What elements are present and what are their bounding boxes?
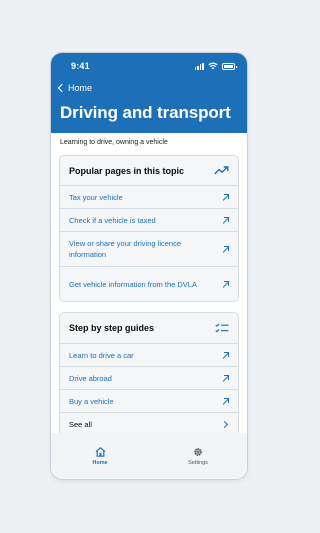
popular-pages-card: Popular pages in this topic Tax your veh… (59, 155, 239, 302)
tab-home[interactable]: Home (51, 433, 149, 479)
link-label: View or share your driving licence infor… (69, 239, 181, 259)
tab-bar: Home Settings (51, 433, 247, 479)
tab-settings[interactable]: Settings (149, 433, 247, 479)
home-icon (95, 446, 105, 457)
guide-link-drive-abroad[interactable]: Drive abroad (60, 366, 238, 389)
trend-up-icon (214, 166, 229, 175)
back-label: Home (68, 83, 93, 93)
chevron-left-icon (57, 83, 67, 93)
step-by-step-card: Step by step guides Learn to drive a car… (59, 312, 239, 436)
tab-home-label: Home (92, 459, 108, 466)
guide-link-learn-to-drive[interactable]: Learn to drive a car (60, 343, 238, 366)
external-arrow-icon (222, 245, 229, 253)
popular-link-tax-vehicle[interactable]: Tax your vehicle (60, 185, 238, 208)
link-label: Check if a vehicle is taxed (69, 215, 156, 225)
battery-icon (222, 62, 237, 70)
popular-link-dvla-info[interactable]: Get vehicle information from the DVLA (60, 266, 238, 301)
popular-link-driving-licence[interactable]: View or share your driving licence infor… (60, 231, 238, 266)
cellular-signal-icon (194, 62, 204, 70)
checklist-icon (215, 323, 229, 333)
guide-link-buy-vehicle[interactable]: Buy a vehicle (60, 389, 238, 412)
step-by-step-heading: Step by step guides (69, 323, 155, 333)
status-icons (194, 62, 237, 70)
external-arrow-icon (222, 397, 229, 405)
status-time: 9:41 (71, 61, 90, 71)
popular-pages-header: Popular pages in this topic (60, 156, 238, 185)
link-label: Drive abroad (69, 373, 112, 383)
wifi-icon (208, 62, 218, 70)
gear-icon (194, 447, 202, 456)
external-arrow-icon (222, 374, 229, 382)
page-subtitle: Learning to drive, owning a vehicle (60, 139, 168, 146)
link-label: Buy a vehicle (69, 396, 114, 406)
phone-screen: 9:41 Home Driving and transport Learning… (51, 53, 247, 479)
popular-link-check-taxed[interactable]: Check if a vehicle is taxed (60, 208, 238, 231)
page-title: Driving and transport (60, 103, 231, 122)
see-all-guides-link[interactable]: See all (60, 412, 238, 435)
link-label: Learn to drive a car (69, 350, 134, 360)
external-arrow-icon (222, 216, 229, 224)
link-label: Get vehicle information from the DVLA (69, 279, 197, 289)
see-all-label: See all (69, 419, 92, 429)
chevron-right-icon (220, 420, 229, 428)
step-by-step-header: Step by step guides (60, 313, 238, 343)
app-header: 9:41 Home Driving and transport (51, 53, 247, 133)
external-arrow-icon (222, 351, 229, 359)
external-arrow-icon (222, 193, 229, 201)
external-arrow-icon (222, 280, 229, 288)
link-label: Tax your vehicle (69, 192, 123, 202)
back-button[interactable]: Home (57, 83, 92, 93)
tab-settings-label: Settings (188, 459, 208, 466)
popular-pages-heading: Popular pages in this topic (69, 165, 185, 176)
